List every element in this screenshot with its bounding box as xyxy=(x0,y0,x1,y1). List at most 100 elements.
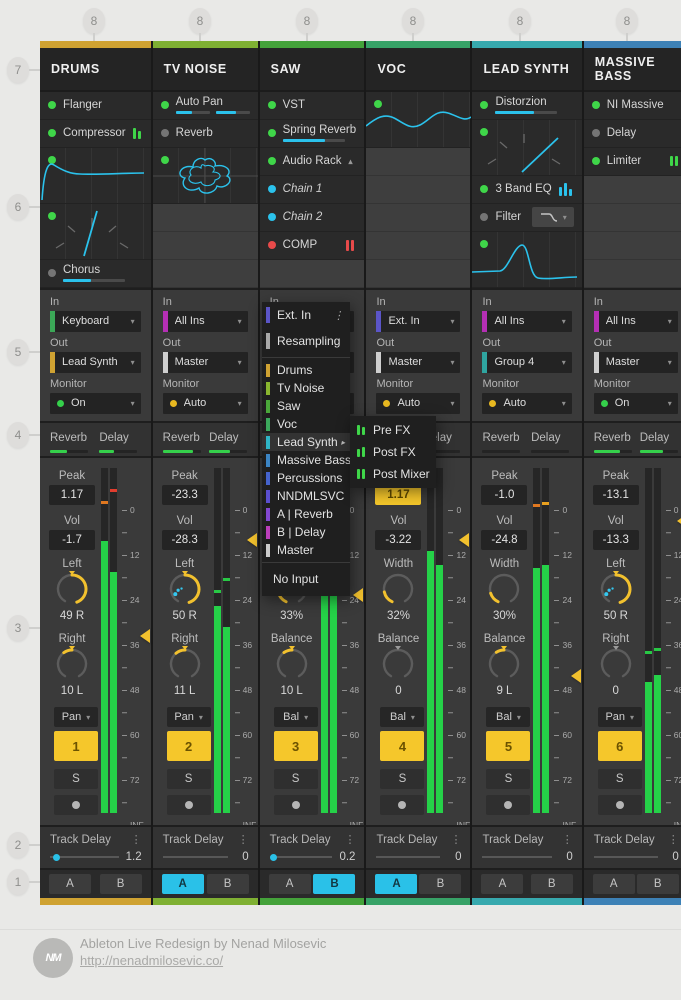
pan-mode-select[interactable]: Pan▾ xyxy=(598,707,642,727)
device-vst[interactable]: VST xyxy=(260,92,365,120)
kebab-menu-icon[interactable]: ⋮ xyxy=(668,833,679,846)
device-chorus[interactable]: Chorus xyxy=(40,260,151,288)
send-reverb-slider[interactable] xyxy=(482,450,520,453)
menu-item-resampling[interactable]: Resampling xyxy=(262,328,350,354)
crossfade-a-button[interactable]: A xyxy=(269,874,311,894)
device-on-dot[interactable] xyxy=(268,129,276,137)
pan-right-knob[interactable] xyxy=(598,646,634,682)
pan-right-knob[interactable] xyxy=(167,646,203,682)
send-delay-slider[interactable] xyxy=(531,450,569,453)
solo-button[interactable]: S xyxy=(598,769,642,789)
solo-button[interactable]: S xyxy=(54,769,98,789)
track-activator-button[interactable]: 1 xyxy=(54,731,98,761)
device-on-dot[interactable] xyxy=(480,185,488,193)
track-activator-button[interactable]: 6 xyxy=(598,731,642,761)
volume-fader-handle[interactable] xyxy=(247,533,257,547)
arm-record-button[interactable] xyxy=(380,795,424,815)
device-off-dot[interactable] xyxy=(48,269,56,277)
submenu-item-post-mixer[interactable]: Post Mixer xyxy=(350,463,436,485)
balance-knob[interactable] xyxy=(380,646,416,682)
track-header[interactable]: TV NOISE xyxy=(153,48,258,92)
vol-value[interactable]: -3.22 xyxy=(375,530,421,550)
menu-item-b-delay[interactable]: B | Delay xyxy=(262,523,350,541)
track-delay-slider[interactable] xyxy=(594,856,658,858)
device-comp[interactable]: COMP xyxy=(260,232,365,260)
solo-button[interactable]: S xyxy=(380,769,424,789)
pan-left-knob[interactable] xyxy=(167,571,203,607)
output-select[interactable]: Master▾ xyxy=(376,352,460,373)
send-delay-slider[interactable] xyxy=(209,450,247,453)
device-chain-2[interactable]: Chain 2 xyxy=(260,204,365,232)
kebab-menu-icon[interactable]: ⋮ xyxy=(344,833,355,846)
crossfade-a-button[interactable]: A xyxy=(593,874,635,894)
menu-item-voc[interactable]: Voc xyxy=(262,415,350,433)
track-activator-button[interactable]: 2 xyxy=(167,731,211,761)
menu-item-percussions[interactable]: Percussions xyxy=(262,469,350,487)
device-spring-reverb[interactable]: Spring Reverb xyxy=(260,120,365,148)
pan-mode-select[interactable]: Bal▾ xyxy=(380,707,424,727)
device-on-dot[interactable] xyxy=(480,101,488,109)
device-off-dot[interactable] xyxy=(161,129,169,137)
eq-curve-display[interactable] xyxy=(40,148,151,204)
arm-record-button[interactable] xyxy=(486,795,530,815)
gauge-display[interactable] xyxy=(40,204,151,260)
arm-record-button[interactable] xyxy=(167,795,211,815)
output-select[interactable]: Group 4▾ xyxy=(482,352,571,373)
menu-item-master[interactable]: Master xyxy=(262,541,350,559)
pan-mode-select[interactable]: Pan▾ xyxy=(167,707,211,727)
send-delay-slider[interactable] xyxy=(640,450,678,453)
device-distorzion[interactable]: Distorzion xyxy=(472,92,581,120)
kebab-menu-icon[interactable]: ⋮ xyxy=(333,309,344,322)
arm-record-button[interactable] xyxy=(598,795,642,815)
submenu-item-pre-fx[interactable]: Pre FX xyxy=(350,419,436,441)
monitor-select[interactable]: On▾ xyxy=(50,393,141,414)
device-filter[interactable]: Filter ▾ xyxy=(472,204,581,232)
monitor-select[interactable]: On▾ xyxy=(594,393,678,414)
track-header[interactable]: MASSIVE BASS xyxy=(584,48,681,92)
crossfade-b-button[interactable]: B xyxy=(207,874,249,894)
footer-link[interactable]: http://nenadmilosevic.co/ xyxy=(80,953,223,968)
device-slider[interactable] xyxy=(176,111,210,114)
device-on-dot[interactable] xyxy=(268,101,276,109)
device-on-dot[interactable] xyxy=(48,129,56,137)
peak-value[interactable]: -23.3 xyxy=(162,485,208,505)
input-select[interactable]: Ext. In▾ xyxy=(376,311,460,332)
track-delay-slider[interactable] xyxy=(50,856,119,858)
pan-left-knob[interactable] xyxy=(598,571,634,607)
device-slider[interactable] xyxy=(495,111,557,114)
device-slider[interactable] xyxy=(216,111,250,114)
vol-value[interactable]: -24.8 xyxy=(481,530,527,550)
device-slider[interactable] xyxy=(283,139,345,142)
menu-item-saw[interactable]: Saw xyxy=(262,397,350,415)
monitor-select[interactable]: Auto▾ xyxy=(376,393,460,414)
track-header[interactable]: VOC xyxy=(366,48,470,92)
send-reverb-slider[interactable] xyxy=(594,450,632,453)
kebab-menu-icon[interactable]: ⋮ xyxy=(450,833,461,846)
vol-value[interactable]: -28.3 xyxy=(162,530,208,550)
crossfade-b-button[interactable]: B xyxy=(531,874,573,894)
crossfade-b-button[interactable]: B xyxy=(637,874,679,894)
device-on-dot[interactable] xyxy=(592,157,600,165)
crossfade-a-button[interactable]: A xyxy=(481,874,523,894)
menu-item-no-input[interactable]: No Input xyxy=(262,566,350,592)
filter-curve-display[interactable] xyxy=(472,232,581,288)
balance-knob[interactable] xyxy=(486,646,522,682)
vol-value[interactable]: -13.3 xyxy=(593,530,639,550)
input-select[interactable]: Keyboard▾ xyxy=(50,311,141,332)
volume-fader-handle[interactable] xyxy=(459,533,469,547)
menu-item-nndmlsvc[interactable]: NNDMLSVC xyxy=(262,487,350,505)
pan-mode-select[interactable]: Pan▾ xyxy=(54,707,98,727)
peak-value[interactable]: 1.17 xyxy=(49,485,95,505)
device-reverb[interactable]: Reverb xyxy=(153,120,258,148)
chain-dot[interactable] xyxy=(268,185,276,193)
gauge-display[interactable] xyxy=(472,120,581,176)
track-activator-button[interactable]: 3 xyxy=(274,731,318,761)
input-select[interactable]: All Ins▾ xyxy=(482,311,571,332)
balance-knob[interactable] xyxy=(274,646,310,682)
device-on-dot[interactable] xyxy=(268,157,276,165)
device-on-dot[interactable] xyxy=(48,101,56,109)
device-limiter[interactable]: Limiter xyxy=(584,148,681,176)
slider-thumb[interactable] xyxy=(53,854,60,861)
crossfade-b-button[interactable]: B xyxy=(313,874,355,894)
device-on-dot[interactable] xyxy=(592,101,600,109)
